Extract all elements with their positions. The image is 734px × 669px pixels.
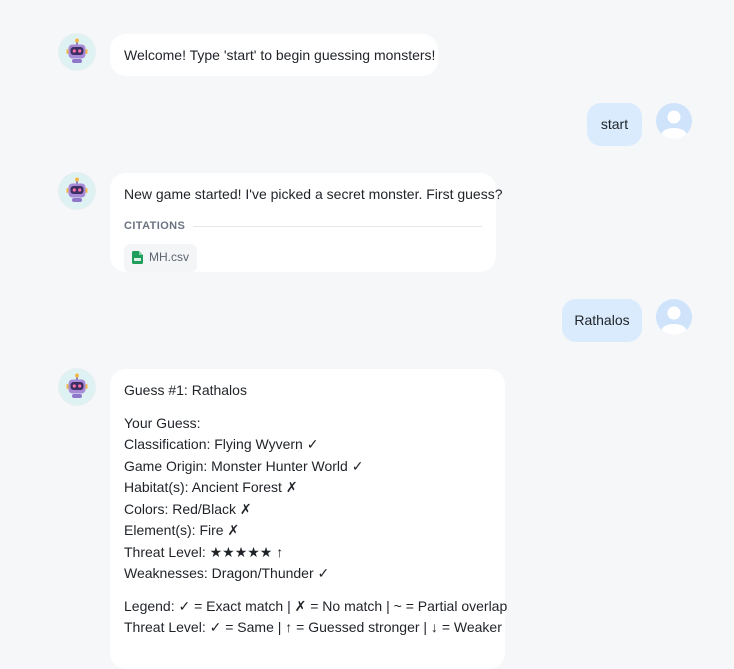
citation-filename: MH.csv — [149, 250, 189, 264]
citation-chip[interactable]: MH.csv — [124, 244, 197, 272]
guess-attribute: Weaknesses: Dragon/Thunder ✓ — [124, 565, 330, 581]
robot-icon — [59, 34, 95, 70]
user-message: Rathalos — [562, 299, 642, 342]
user-icon — [656, 299, 692, 335]
guess-attribute: Colors: Red/Black ✗ — [124, 500, 252, 517]
message-text: Rathalos — [574, 312, 630, 328]
robot-icon — [59, 173, 95, 209]
user-avatar — [656, 299, 692, 335]
robot-icon — [59, 369, 95, 405]
guess-attribute: Threat Level: ★★★★★ ↑ — [124, 543, 284, 560]
message-text: New game started! I've picked a secret m… — [124, 186, 503, 202]
message-text: start — [600, 116, 629, 132]
guess-attribute: Game Origin: Monster Hunter World ✓ — [124, 457, 364, 474]
user-icon — [656, 103, 692, 139]
message-text: Welcome! Type 'start' to begin guessing … — [124, 47, 436, 63]
bot-avatar — [59, 173, 95, 209]
guess-attribute: Element(s): Fire ✗ — [124, 522, 240, 538]
bot-avatar — [59, 369, 95, 405]
csv-file-icon — [132, 251, 143, 265]
guess-attribute: Classification: Flying Wyvern ✓ — [124, 436, 319, 452]
bot-message: Guess #1: Rathalos Your Guess: Classific… — [110, 369, 508, 669]
bot-message: New game started! I've picked a secret m… — [110, 173, 503, 272]
guess-header: Your Guess: — [124, 414, 201, 431]
legend-line: Threat Level: ✓ = Same | ↑ = Guessed str… — [124, 619, 502, 635]
citations-header: CITATIONS — [124, 216, 482, 238]
legend-line: Legend: ✓ = Exact match | ✗ = No match |… — [124, 597, 508, 614]
guess-title: Guess #1: Rathalos — [124, 382, 247, 398]
citations-label: CITATIONS — [124, 219, 186, 232]
bot-avatar — [59, 34, 95, 70]
user-message: start — [587, 103, 642, 146]
guess-attribute: Habitat(s): Ancient Forest ✗ — [124, 479, 298, 495]
chat-transcript: Welcome! Type 'start' to begin guessing … — [0, 0, 734, 669]
bot-message: Welcome! Type 'start' to begin guessing … — [110, 34, 438, 76]
user-avatar — [656, 103, 692, 139]
citations-divider — [193, 225, 482, 227]
